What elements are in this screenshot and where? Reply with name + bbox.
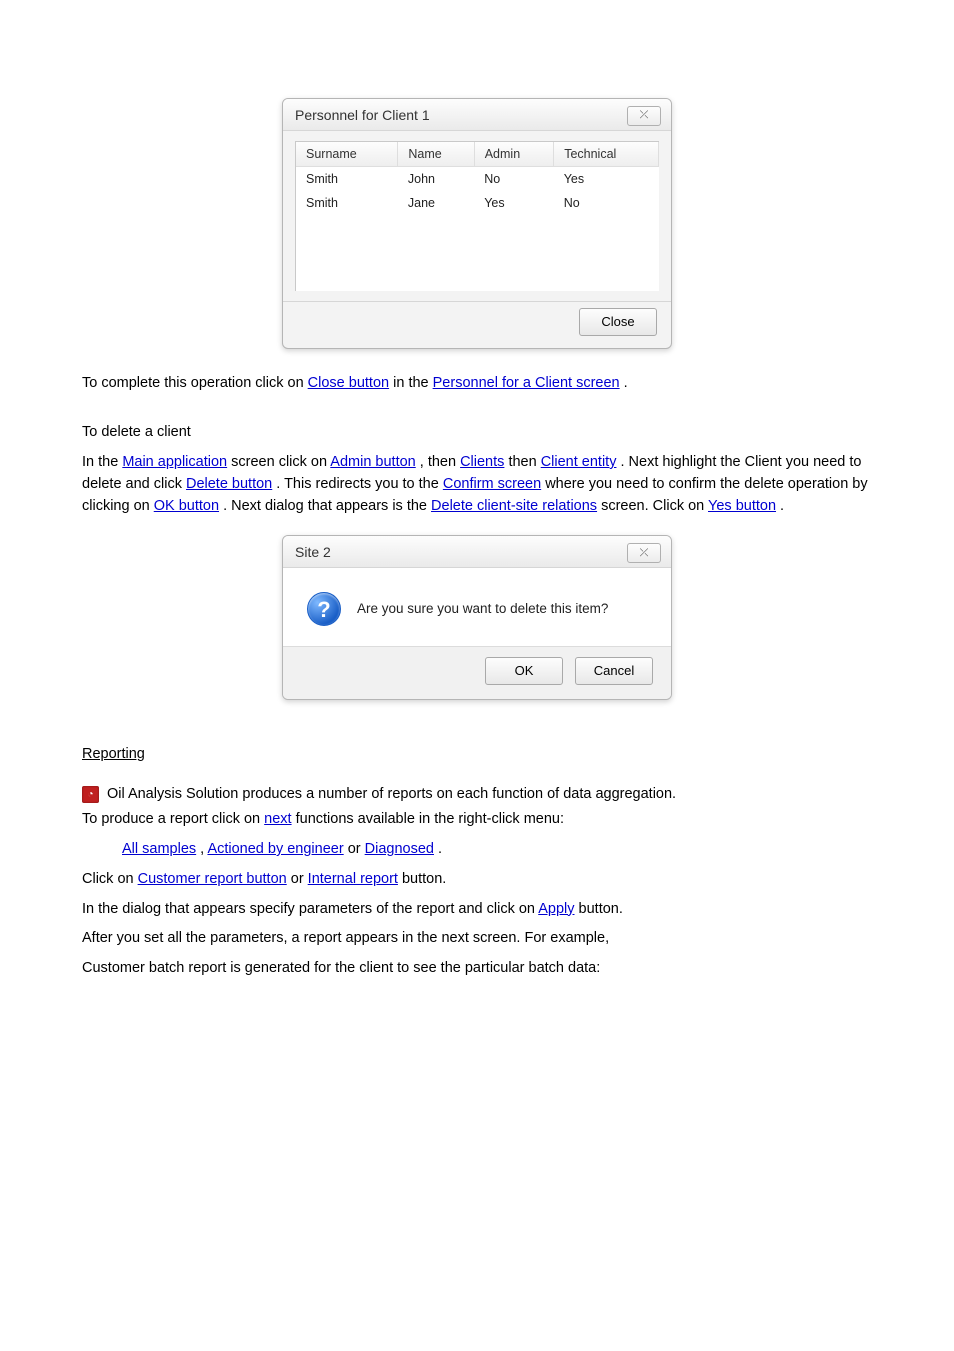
link-diagnosed[interactable]: Diagnosed	[365, 841, 434, 857]
paragraph: To produce a report click on next functi…	[82, 809, 872, 831]
link-apply[interactable]: Apply	[538, 901, 574, 917]
confirm-message: Are you sure you want to delete this ite…	[357, 599, 608, 619]
col-technical[interactable]: Technical	[554, 142, 659, 166]
ok-button[interactable]: OK	[485, 657, 563, 685]
personnel-dialog: Personnel for Client 1 ⤫ Surname Name Ad…	[282, 98, 672, 349]
paragraph: Click on Customer report button or Inter…	[82, 869, 872, 891]
link-main-application[interactable]: Main application	[122, 454, 227, 470]
link-delete-relations[interactable]: Delete client-site relations	[431, 498, 597, 514]
paragraph: Customer batch report is generated for t…	[82, 958, 872, 980]
link-ok-button[interactable]: OK button	[154, 498, 219, 514]
link-all-samples[interactable]: All samples	[122, 841, 196, 857]
confirm-dialog: Site 2 ⤫ ? Are you sure you want to dele…	[282, 535, 672, 700]
table-header-row: Surname Name Admin Technical	[296, 142, 659, 166]
dialog-footer: Close	[283, 301, 671, 348]
link-internal-report[interactable]: Internal report	[308, 871, 398, 887]
link-admin-button[interactable]: Admin button	[330, 454, 415, 470]
link-delete-button[interactable]: Delete button	[186, 476, 272, 492]
paragraph: In the Main application screen click on …	[82, 452, 872, 517]
paragraph-functions: All samples , Actioned by engineer or Di…	[82, 839, 872, 861]
report-intro-line: ◔ Oil Analysis Solution produces a numbe…	[82, 784, 872, 806]
link-close-button[interactable]: Close button	[308, 375, 389, 391]
close-icon[interactable]: ⤫	[627, 543, 661, 563]
confirm-body: ? Are you sure you want to delete this i…	[283, 568, 671, 646]
heading-reporting: Reporting	[82, 744, 872, 766]
report-icon: ◔	[82, 786, 99, 803]
close-icon[interactable]: ⤫	[627, 106, 661, 126]
question-icon: ?	[307, 592, 341, 626]
paragraph: To complete this operation click on Clos…	[82, 373, 872, 395]
link-clients[interactable]: Clients	[460, 454, 504, 470]
link-actioned[interactable]: Actioned by engineer	[207, 841, 343, 857]
col-surname[interactable]: Surname	[296, 142, 398, 166]
col-admin[interactable]: Admin	[474, 142, 553, 166]
table-row[interactable]: Smith John No Yes	[296, 166, 659, 190]
link-yes-button[interactable]: Yes button	[708, 498, 776, 514]
link-customer-report[interactable]: Customer report button	[138, 871, 287, 887]
link-next[interactable]: next	[264, 811, 291, 827]
heading-delete-client: To delete a client	[82, 422, 872, 444]
col-name[interactable]: Name	[398, 142, 474, 166]
paragraph: In the dialog that appears specify param…	[82, 899, 872, 921]
titlebar: Personnel for Client 1 ⤫	[283, 99, 671, 131]
titlebar: Site 2 ⤫	[283, 536, 671, 568]
cancel-button[interactable]: Cancel	[575, 657, 653, 685]
paragraph: After you set all the parameters, a repo…	[82, 928, 872, 950]
dialog-title: Personnel for Client 1	[295, 105, 430, 126]
dialog-title: Site 2	[295, 542, 331, 563]
table-row[interactable]: Smith Jane Yes No	[296, 191, 659, 215]
personnel-listview: Surname Name Admin Technical Smith John …	[295, 141, 659, 291]
link-confirm-screen[interactable]: Confirm screen	[443, 476, 541, 492]
link-client-entity[interactable]: Client entity	[541, 454, 617, 470]
close-button[interactable]: Close	[579, 308, 657, 336]
report-intro-text: Oil Analysis Solution produces a number …	[107, 784, 676, 806]
dialog-footer: OK Cancel	[283, 646, 671, 699]
link-personnel-screen[interactable]: Personnel for a Client screen	[433, 375, 620, 391]
